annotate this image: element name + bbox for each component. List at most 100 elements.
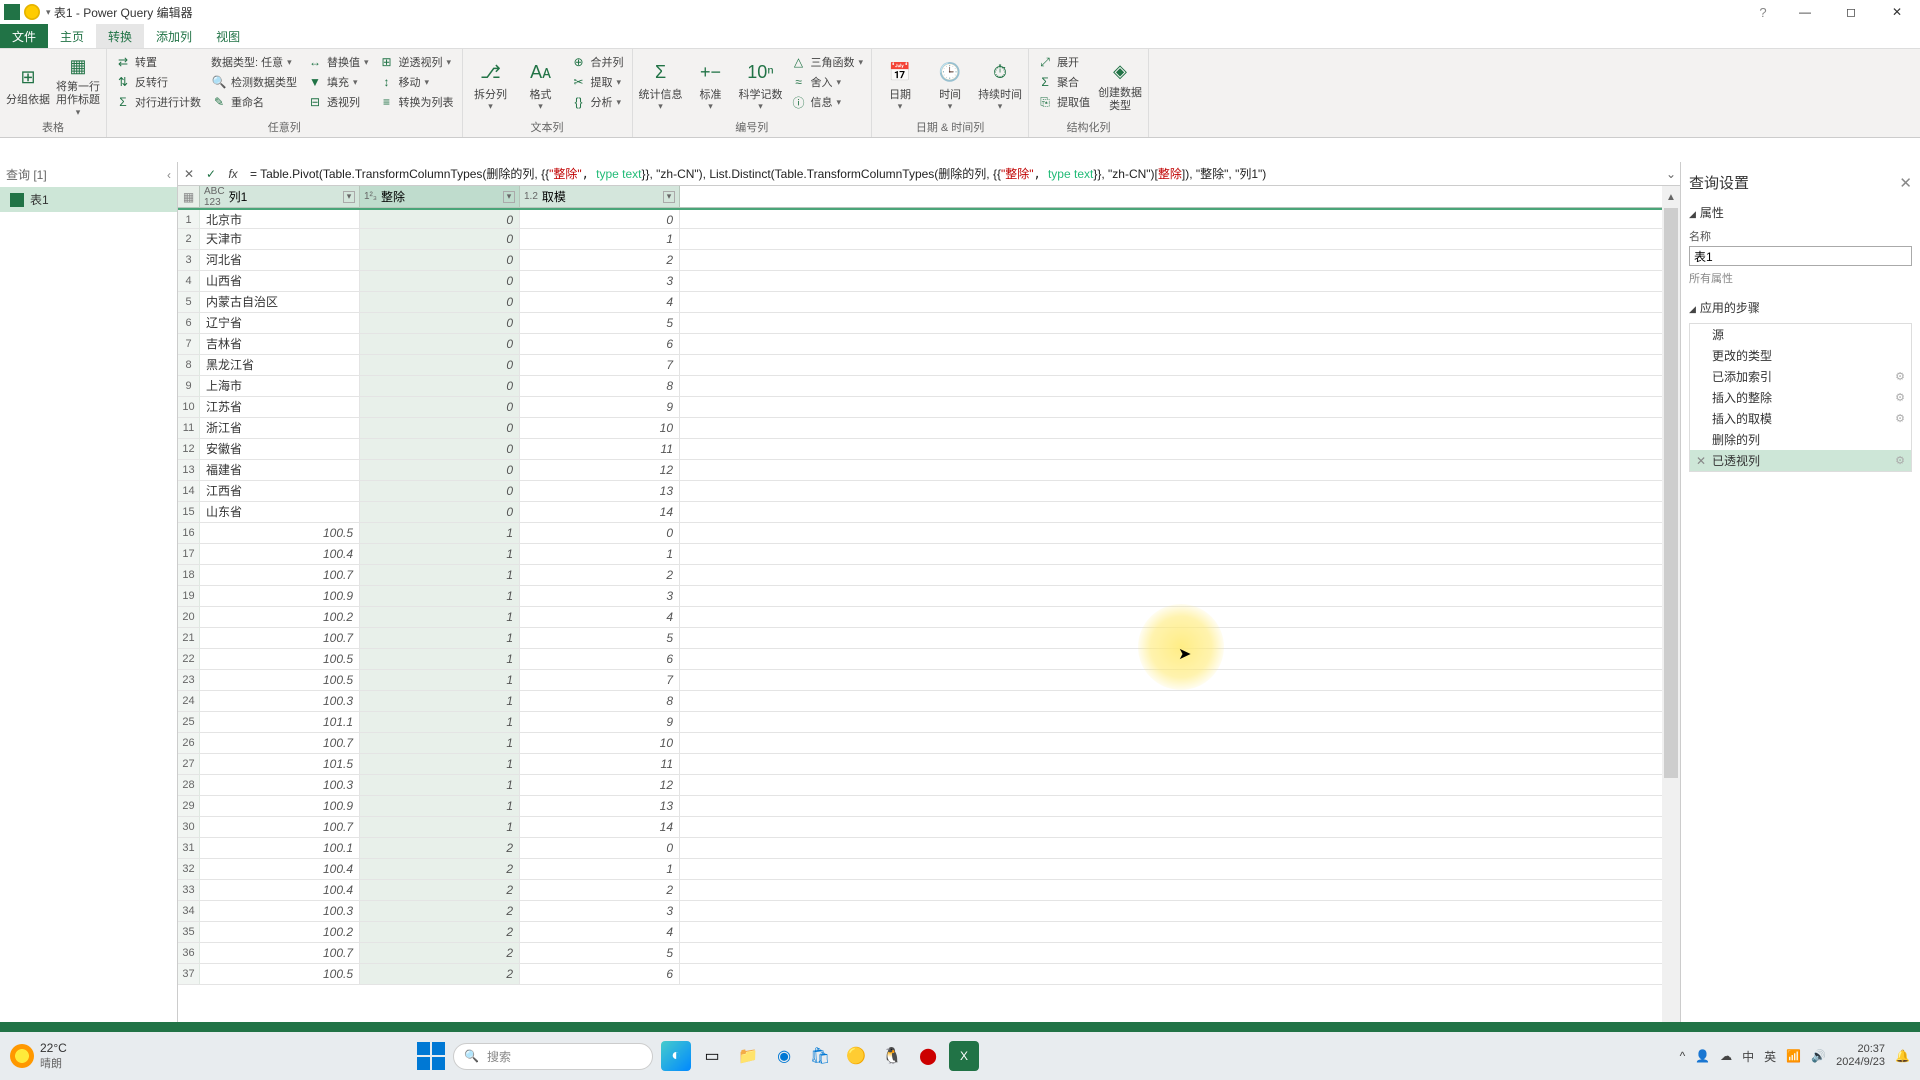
cell[interactable]: 14 bbox=[520, 502, 680, 522]
cell[interactable]: 0 bbox=[360, 397, 520, 417]
table-row[interactable]: 27101.5111 bbox=[178, 754, 1662, 775]
cell[interactable]: 0 bbox=[360, 355, 520, 375]
all-properties-link[interactable]: 所有属性 bbox=[1689, 270, 1912, 286]
edge-app-icon[interactable]: ◉ bbox=[769, 1041, 799, 1071]
cell[interactable]: 1 bbox=[360, 754, 520, 774]
column-header-divide[interactable]: 1²₃ 整除 ▾ bbox=[360, 186, 520, 207]
move-button[interactable]: ↕移动▾ bbox=[377, 73, 456, 91]
query-item-table1[interactable]: 表1 bbox=[0, 187, 177, 212]
replace-values-button[interactable]: ↔替换值▾ bbox=[305, 53, 371, 71]
minimize-button[interactable]: — bbox=[1782, 0, 1828, 24]
cell[interactable]: 1 bbox=[360, 670, 520, 690]
cell[interactable]: 100.3 bbox=[200, 901, 360, 921]
cell[interactable]: 2 bbox=[360, 880, 520, 900]
formula-cancel-button[interactable]: ✕ bbox=[178, 163, 200, 185]
step-settings-icon[interactable]: ⚙ bbox=[1895, 391, 1905, 404]
cell[interactable]: 5 bbox=[520, 943, 680, 963]
cell[interactable]: 100.4 bbox=[200, 880, 360, 900]
cell[interactable]: 0 bbox=[360, 229, 520, 249]
ime-indicator[interactable]: 中 bbox=[1742, 1048, 1754, 1065]
statistics-button[interactable]: Σ统计信息▾ bbox=[639, 53, 683, 117]
cell[interactable]: 北京市 bbox=[200, 210, 360, 228]
table-row[interactable]: 2天津市01 bbox=[178, 229, 1662, 250]
cell[interactable]: 0 bbox=[360, 502, 520, 522]
use-first-row-headers-button[interactable]: ▦将第一行用作标题▾ bbox=[56, 53, 100, 117]
convert-to-list-button[interactable]: ≡转换为列表 bbox=[377, 93, 456, 111]
cell[interactable]: 100.5 bbox=[200, 670, 360, 690]
lang-indicator[interactable]: 英 bbox=[1764, 1048, 1776, 1065]
row-header[interactable]: 30 bbox=[178, 817, 200, 837]
table-row[interactable]: 30100.7114 bbox=[178, 817, 1662, 838]
qq-app-icon[interactable]: 🐧 bbox=[877, 1041, 907, 1071]
table-row[interactable]: 35100.224 bbox=[178, 922, 1662, 943]
cell[interactable]: 100.5 bbox=[200, 964, 360, 984]
scroll-up-icon[interactable]: ▲ bbox=[1662, 188, 1680, 206]
table-row[interactable]: 26100.7110 bbox=[178, 733, 1662, 754]
row-header[interactable]: 22 bbox=[178, 649, 200, 669]
table-row[interactable]: 9上海市08 bbox=[178, 376, 1662, 397]
column-header-mod[interactable]: 1.2 取模 ▾ bbox=[520, 186, 680, 207]
cell[interactable]: 2 bbox=[360, 901, 520, 921]
cell[interactable]: 100.1 bbox=[200, 838, 360, 858]
scientific-button[interactable]: 10ⁿ科学记数▾ bbox=[739, 53, 783, 117]
cell[interactable]: 1 bbox=[520, 229, 680, 249]
cell[interactable]: 6 bbox=[520, 964, 680, 984]
properties-header[interactable]: ◢属性 bbox=[1689, 201, 1912, 224]
row-header[interactable]: 11 bbox=[178, 418, 200, 438]
rounding-button[interactable]: ≈舍入▾ bbox=[789, 73, 866, 91]
table-row[interactable]: 8黑龙江省07 bbox=[178, 355, 1662, 376]
table-row[interactable]: 37100.526 bbox=[178, 964, 1662, 985]
row-header[interactable]: 32 bbox=[178, 859, 200, 879]
cell[interactable]: 1 bbox=[360, 649, 520, 669]
row-header[interactable]: 29 bbox=[178, 796, 200, 816]
cell[interactable]: 江苏省 bbox=[200, 397, 360, 417]
cell[interactable]: 5 bbox=[520, 628, 680, 648]
cell[interactable]: 4 bbox=[520, 922, 680, 942]
standard-button[interactable]: +−标准▾ bbox=[689, 53, 733, 117]
cell[interactable]: 1 bbox=[360, 565, 520, 585]
table-row[interactable]: 24100.318 bbox=[178, 691, 1662, 712]
cell[interactable]: 100.4 bbox=[200, 859, 360, 879]
maximize-button[interactable]: ◻ bbox=[1828, 0, 1874, 24]
tray-chevron-icon[interactable]: ^ bbox=[1680, 1049, 1686, 1063]
cell[interactable]: 3 bbox=[520, 271, 680, 291]
row-header[interactable]: 20 bbox=[178, 607, 200, 627]
cell[interactable]: 辽宁省 bbox=[200, 313, 360, 333]
applied-step[interactable]: 更改的类型 bbox=[1690, 345, 1911, 366]
cell[interactable]: 100.5 bbox=[200, 649, 360, 669]
cell[interactable]: 0 bbox=[360, 376, 520, 396]
table-row[interactable]: 15山东省014 bbox=[178, 502, 1662, 523]
row-header[interactable]: 5 bbox=[178, 292, 200, 312]
cell[interactable]: 0 bbox=[360, 439, 520, 459]
table-row[interactable]: 17100.411 bbox=[178, 544, 1662, 565]
applied-step[interactable]: 源 bbox=[1690, 324, 1911, 345]
cell[interactable]: 0 bbox=[520, 523, 680, 543]
cell[interactable]: 7 bbox=[520, 670, 680, 690]
cell[interactable]: 1 bbox=[360, 712, 520, 732]
expand-button[interactable]: ⤢展开 bbox=[1035, 53, 1092, 71]
row-header[interactable]: 3 bbox=[178, 250, 200, 270]
table-row[interactable]: 21100.715 bbox=[178, 628, 1662, 649]
table-row[interactable]: 19100.913 bbox=[178, 586, 1662, 607]
explorer-app-icon[interactable]: 📁 bbox=[733, 1041, 763, 1071]
transpose-button[interactable]: ⇄转置 bbox=[113, 53, 203, 71]
row-header[interactable]: 31 bbox=[178, 838, 200, 858]
tab-add-column[interactable]: 添加列 bbox=[144, 24, 204, 48]
table-row[interactable]: 1北京市00 bbox=[178, 208, 1662, 229]
row-header[interactable]: 21 bbox=[178, 628, 200, 648]
cell[interactable]: 7 bbox=[520, 355, 680, 375]
cell[interactable]: 1 bbox=[360, 691, 520, 711]
row-header[interactable]: 34 bbox=[178, 901, 200, 921]
cell[interactable]: 4 bbox=[520, 607, 680, 627]
wifi-icon[interactable]: 📶 bbox=[1786, 1049, 1801, 1063]
taskbar-clock[interactable]: 20:37 2024/9/23 bbox=[1836, 1043, 1885, 1069]
cell[interactable]: 8 bbox=[520, 376, 680, 396]
cell[interactable]: 1 bbox=[360, 796, 520, 816]
table-row[interactable]: 6辽宁省05 bbox=[178, 313, 1662, 334]
table-row[interactable]: 3河北省02 bbox=[178, 250, 1662, 271]
help-button[interactable]: ? bbox=[1748, 0, 1778, 24]
row-header[interactable]: 37 bbox=[178, 964, 200, 984]
formula-text[interactable]: = Table.Pivot(Table.TransformColumnTypes… bbox=[244, 165, 1662, 182]
cell[interactable]: 9 bbox=[520, 712, 680, 732]
filter-dropdown-icon[interactable]: ▾ bbox=[663, 191, 675, 203]
